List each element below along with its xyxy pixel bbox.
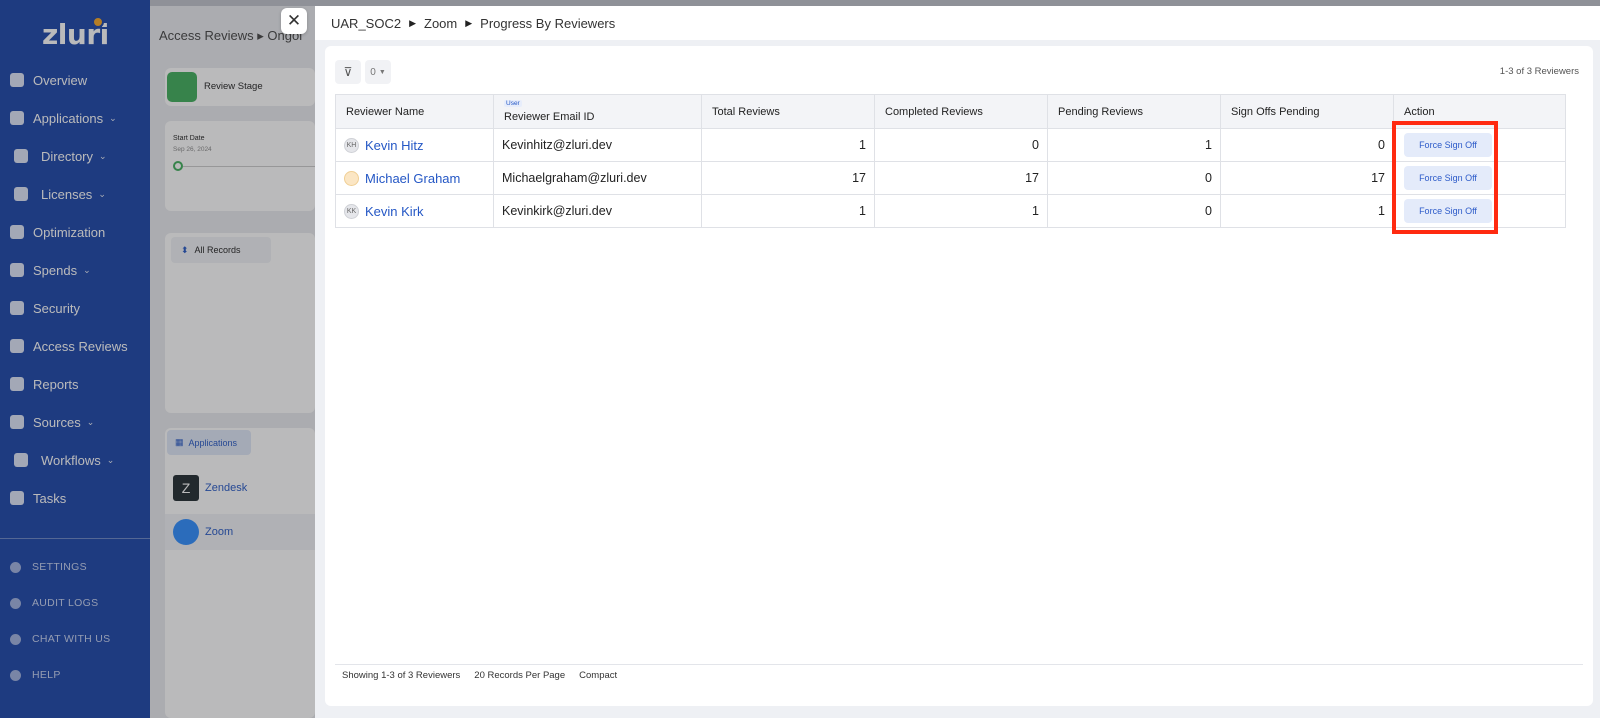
completed-reviews-cell: 17 bbox=[874, 161, 1048, 195]
close-icon: ✕ bbox=[286, 11, 302, 30]
column-label: Pending Reviews bbox=[1058, 105, 1143, 118]
reviewers-panel: ⊽ 0 ▼ 1-3 of 3 Reviewers Reviewer Name Us… bbox=[325, 46, 1593, 706]
table-header-row: Reviewer Name User Reviewer Email ID Tot… bbox=[335, 94, 1566, 129]
column-label: Sign Offs Pending bbox=[1231, 105, 1320, 118]
sign-offs-pending-cell: 1 bbox=[1220, 194, 1394, 228]
range-label: 1-3 of 3 Reviewers bbox=[1499, 66, 1579, 77]
table-row: KH Kevin Hitz Kevinhitz@zluri.dev 1 0 1 0… bbox=[335, 128, 1566, 162]
close-modal-button[interactable]: ✕ bbox=[281, 8, 307, 34]
column-label: Completed Reviews bbox=[885, 105, 983, 118]
modal-breadcrumb: UAR_SOC2 ▶ Zoom ▶ Progress By Reviewers bbox=[315, 6, 1600, 40]
column-header-completed-reviews[interactable]: Completed Reviews bbox=[874, 94, 1048, 129]
pending-reviews-cell: 0 bbox=[1047, 161, 1221, 195]
total-reviews-cell: 1 bbox=[701, 194, 875, 228]
column-label: Reviewer Email ID bbox=[504, 111, 595, 123]
reviewer-name-link[interactable]: Michael Graham bbox=[365, 171, 460, 186]
email-cell: Kevinhitz@zluri.dev bbox=[493, 128, 702, 162]
email-cell: Kevinkirk@zluri.dev bbox=[493, 194, 702, 228]
column-label: Action bbox=[1404, 105, 1435, 118]
records-per-page-dropdown[interactable]: 20 Records Per Page bbox=[474, 670, 565, 681]
filter-count: 0 bbox=[370, 66, 376, 78]
column-header-pending-reviews[interactable]: Pending Reviews bbox=[1047, 94, 1221, 129]
breadcrumb-item[interactable]: Zoom bbox=[424, 16, 457, 31]
total-reviews-cell: 1 bbox=[701, 128, 875, 162]
action-highlight-box bbox=[1392, 121, 1498, 234]
completed-reviews-cell: 0 bbox=[874, 128, 1048, 162]
column-label: Total Reviews bbox=[712, 105, 780, 118]
email-cell: Michaelgraham@zluri.dev bbox=[493, 161, 702, 195]
column-header-email[interactable]: User Reviewer Email ID bbox=[493, 94, 702, 129]
sign-offs-pending-cell: 17 bbox=[1220, 161, 1394, 195]
reviewer-name-link[interactable]: Kevin Hitz bbox=[365, 138, 424, 153]
avatar: KK bbox=[344, 203, 359, 219]
sign-offs-pending-cell: 0 bbox=[1220, 128, 1394, 162]
reviewer-name-cell: KK Kevin Kirk bbox=[335, 194, 494, 228]
caret-right-icon: ▶ bbox=[409, 17, 416, 28]
total-reviews-cell: 17 bbox=[701, 161, 875, 195]
reviewers-table: Reviewer Name User Reviewer Email ID Tot… bbox=[335, 94, 1566, 228]
progress-by-reviewers-modal: UAR_SOC2 ▶ Zoom ▶ Progress By Reviewers … bbox=[315, 6, 1600, 718]
breadcrumb-item[interactable]: UAR_SOC2 bbox=[331, 16, 401, 31]
avatar: KH bbox=[344, 137, 359, 153]
chevron-down-icon: ▼ bbox=[378, 68, 386, 76]
breadcrumb-current: Progress By Reviewers bbox=[480, 15, 616, 31]
caret-right-icon: ▶ bbox=[465, 17, 473, 28]
table-row: KK Kevin Kirk Kevinkirk@zluri.dev 1 1 0 1… bbox=[335, 194, 1566, 228]
column-header-sign-offs-pending[interactable]: Sign Offs Pending bbox=[1220, 94, 1394, 129]
table-row: Michael Graham Michaelgraham@zluri.dev 1… bbox=[335, 161, 1566, 195]
column-label: Reviewer Name bbox=[346, 105, 425, 118]
column-header-reviewer-name[interactable]: Reviewer Name bbox=[335, 94, 494, 129]
density-toggle[interactable]: Compact bbox=[579, 670, 617, 681]
showing-label: Showing 1-3 of 3 Reviewers bbox=[342, 670, 461, 681]
add-filter-button[interactable]: ⊽ bbox=[335, 60, 361, 84]
reviewer-name-cell: Michael Graham bbox=[335, 161, 494, 195]
user-avatar-icon bbox=[344, 170, 359, 186]
filter-add-icon: ⊽ bbox=[343, 65, 353, 79]
user-tag: User bbox=[504, 100, 522, 107]
pending-reviews-cell: 0 bbox=[1047, 194, 1221, 228]
completed-reviews-cell: 1 bbox=[874, 194, 1048, 228]
reviewer-name-cell: KH Kevin Hitz bbox=[335, 128, 494, 162]
table-footer: Showing 1-3 of 3 Reviewers 20 Records Pe… bbox=[335, 664, 1583, 686]
filter-count-dropdown[interactable]: 0 ▼ bbox=[365, 60, 391, 84]
reviewer-name-link[interactable]: Kevin Kirk bbox=[365, 204, 424, 219]
column-header-total-reviews[interactable]: Total Reviews bbox=[701, 94, 875, 129]
pending-reviews-cell: 1 bbox=[1047, 128, 1221, 162]
